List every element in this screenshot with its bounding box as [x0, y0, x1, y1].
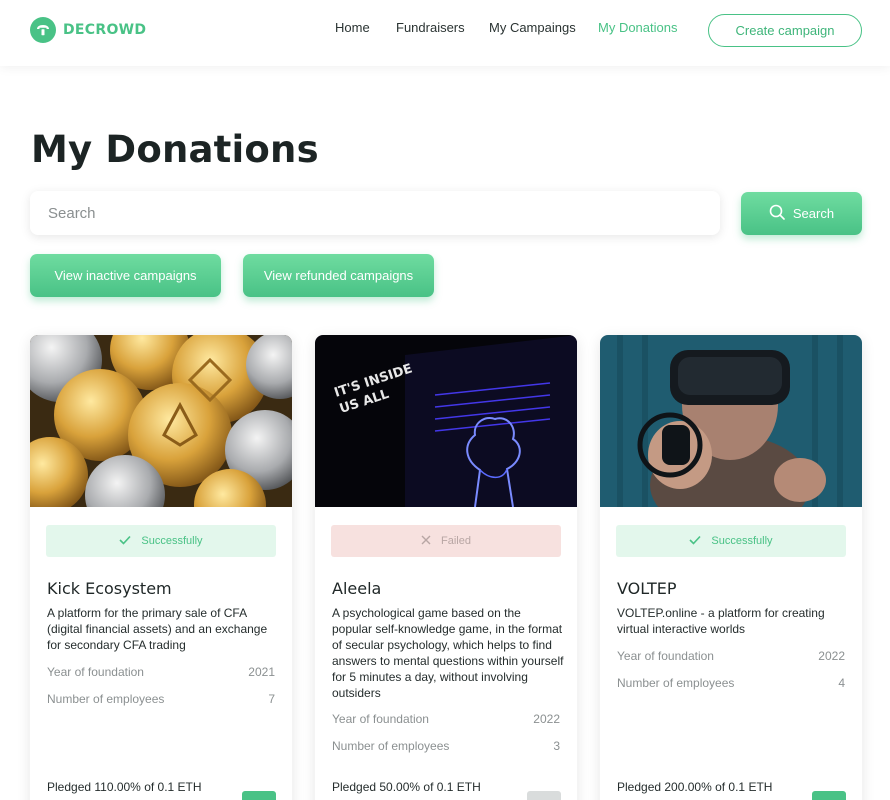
- stat-value: 3: [553, 739, 560, 753]
- status-text: Successfully: [141, 535, 203, 547]
- stat-value: 7: [268, 692, 275, 706]
- stat-value: 2021: [248, 665, 275, 679]
- nav-home[interactable]: Home: [335, 20, 370, 35]
- stat-label: Year of foundation: [332, 712, 429, 726]
- stat-label: Year of foundation: [47, 665, 144, 679]
- view-refunded-campaigns-button[interactable]: View refunded campaigns: [243, 254, 434, 297]
- card-title: Aleela: [332, 579, 382, 598]
- view-inactive-campaigns-button[interactable]: View inactive campaigns: [30, 254, 221, 297]
- stat-label: Year of foundation: [617, 649, 714, 663]
- year-of-foundation-row: Year of foundation 2021: [47, 665, 275, 679]
- number-of-employees-row: Number of employees 3: [332, 739, 560, 753]
- year-of-foundation-row: Year of foundation 2022: [332, 712, 560, 726]
- pledged-text: Pledged 110.00% of 0.1 ETH: [47, 780, 202, 794]
- status-badge: Successfully: [616, 525, 846, 557]
- search-input[interactable]: [30, 191, 720, 235]
- top-navbar: DECROWD Home Fundraisers My Campaings My…: [0, 0, 890, 66]
- pledged-text: Pledged 200.00% of 0.1 ETH: [617, 780, 773, 794]
- card-title: VOLTEP: [617, 579, 677, 598]
- card-description: A platform for the primary sale of CFA (…: [47, 606, 268, 652]
- pledged-text: Pledged 50.00% of 0.1 ETH: [332, 780, 481, 794]
- page-title: My Donations: [31, 128, 319, 171]
- campaign-card[interactable]: Successfully Kick Ecosystem A platform f…: [30, 335, 292, 800]
- number-of-employees-row: Number of employees 7: [47, 692, 275, 706]
- search-icon: [769, 204, 785, 223]
- check-icon: [689, 535, 702, 548]
- status-text: Failed: [441, 535, 471, 547]
- status-badge: Successfully: [46, 525, 276, 557]
- campaign-card[interactable]: Successfully VOLTEP VOLTEP.online - a pl…: [600, 335, 862, 800]
- nav-my-donations[interactable]: My Donations: [598, 20, 677, 35]
- nav-fundraisers[interactable]: Fundraisers: [396, 20, 465, 35]
- campaign-image-crypto-coins: [30, 335, 292, 507]
- campaign-card[interactable]: IT'S INSIDE US ALL Failed Aleela A psych…: [315, 335, 577, 800]
- progress-badge: [812, 791, 846, 800]
- year-of-foundation-row: Year of foundation 2022: [617, 649, 845, 663]
- status-badge: Failed: [331, 525, 561, 557]
- stat-label: Number of employees: [617, 676, 735, 690]
- stat-value: 2022: [533, 712, 560, 726]
- card-description: A psychological game based on the popula…: [332, 606, 564, 700]
- campaign-image-neon-exhibit: IT'S INSIDE US ALL: [315, 335, 577, 507]
- progress-badge: [242, 791, 276, 800]
- campaign-image-vr-headset: [600, 335, 862, 507]
- status-text: Successfully: [711, 535, 773, 547]
- card-description: VOLTEP.online - a platform for creating …: [617, 606, 825, 636]
- number-of-employees-row: Number of employees 4: [617, 676, 845, 690]
- nav-my-campaigns[interactable]: My Campaings: [489, 20, 576, 35]
- search-button[interactable]: Search: [741, 192, 862, 235]
- stat-label: Number of employees: [47, 692, 165, 706]
- x-icon: [421, 535, 431, 548]
- check-icon: [119, 535, 132, 548]
- progress-badge: [527, 791, 561, 800]
- create-campaign-button[interactable]: Create campaign: [708, 14, 862, 47]
- stat-value: 2022: [818, 649, 845, 663]
- search-button-label: Search: [792, 206, 835, 221]
- card-title: Kick Ecosystem: [47, 579, 172, 598]
- stat-label: Number of employees: [332, 739, 450, 753]
- stat-value: 4: [838, 676, 845, 690]
